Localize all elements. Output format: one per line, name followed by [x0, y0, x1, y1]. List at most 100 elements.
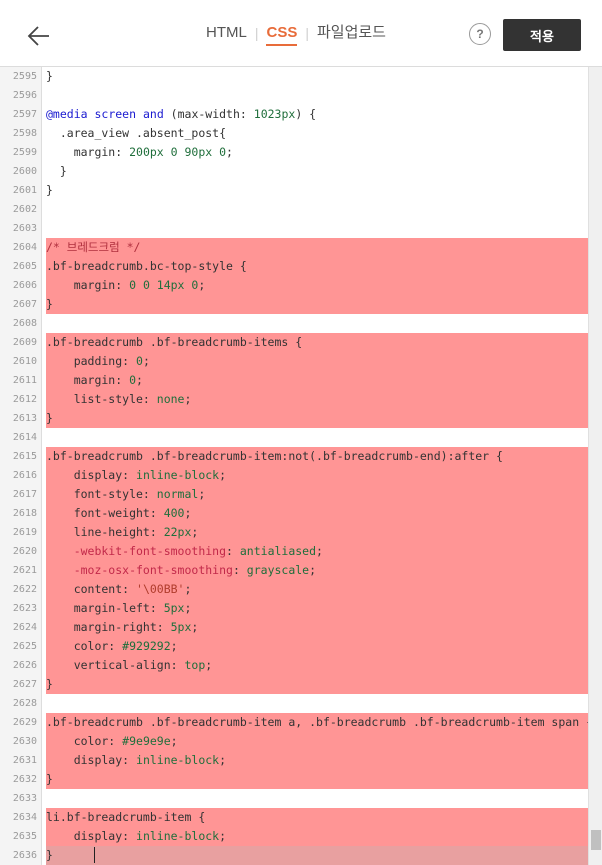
line-number: 2618	[12, 508, 37, 519]
code-text: /* 브레드크럼 */	[46, 238, 588, 257]
code-token: }	[46, 164, 67, 178]
code-token: none	[156, 392, 185, 406]
code-token: ;	[136, 373, 143, 387]
code-token: ;	[191, 525, 199, 539]
code-line[interactable]: 2612 list-style: none;	[0, 390, 588, 409]
code-token: list-style:	[46, 392, 157, 406]
code-token: margin:	[46, 373, 130, 387]
code-token: color:	[46, 734, 123, 748]
code-line[interactable]: 2616 display: inline-block;	[0, 466, 588, 485]
css-code-editor[interactable]: 2595} 2596 2597 @media screen and (max-widt…	[0, 67, 602, 865]
apply-button[interactable]: 적용	[503, 19, 581, 51]
code-token: ;	[142, 354, 150, 368]
code-token: inline-block	[136, 753, 220, 767]
code-token: 0	[136, 354, 143, 368]
line-number: 2608	[12, 318, 37, 329]
code-token: ;	[219, 753, 227, 767]
code-line[interactable]: 2617 font-style: normal;	[0, 485, 588, 504]
code-token: #9e9e9e	[122, 734, 171, 748]
code-line[interactable]: 2632}	[0, 770, 588, 789]
code-line[interactable]: 2619 line-height: 22px;	[0, 523, 588, 542]
code-token: ;	[184, 582, 192, 596]
code-line[interactable]: 2608	[0, 314, 588, 333]
code-text: margin: 0;	[46, 371, 588, 390]
code-line[interactable]: 2635 display: inline-block;	[0, 827, 588, 846]
vertical-scrollbar[interactable]	[588, 67, 602, 865]
code-line[interactable]: 2598 .area_view .absent_post{	[0, 124, 588, 143]
code-token: 400	[163, 506, 185, 520]
code-line[interactable]: 2618 font-weight: 400;	[0, 504, 588, 523]
code-line[interactable]: 2625 color: #929292;	[0, 637, 588, 656]
code-line[interactable]: 2634 li.bf-breadcrumb-item {	[0, 808, 588, 827]
code-token: ) {	[295, 107, 317, 121]
code-line[interactable]: 2613}	[0, 409, 588, 428]
code-line[interactable]: 2630 color: #9e9e9e;	[0, 732, 588, 751]
code-line[interactable]: 2627}	[0, 675, 588, 694]
code-text: -webkit-font-smoothing: antialiased;	[46, 542, 588, 561]
code-line[interactable]: 2606 margin: 0 0 14px 0;	[0, 276, 588, 295]
code-text: color: #9e9e9e;	[46, 732, 588, 751]
tab-html[interactable]: HTML	[198, 0, 255, 66]
code-line[interactable]: 2610 padding: 0;	[0, 352, 588, 371]
code-token: ;	[198, 487, 206, 501]
code-line[interactable]: 2611 margin: 0;	[0, 371, 588, 390]
line-number: 2607	[12, 299, 37, 310]
code-line[interactable]: 2628	[0, 694, 588, 713]
code-line[interactable]: 2623 margin-left: 5px;	[0, 599, 588, 618]
code-line[interactable]: 2600 }	[0, 162, 588, 181]
code-token: normal	[156, 487, 199, 501]
code-token: }	[46, 772, 53, 786]
code-token: margin-left:	[46, 601, 164, 615]
code-token: inline-block	[136, 829, 220, 843]
code-token: /* 브레드크럼 */	[46, 240, 141, 254]
code-line[interactable]: 2602	[0, 200, 588, 219]
line-number: 2595	[12, 71, 37, 82]
code-line[interactable]: 2604 /* 브레드크럼 */	[0, 238, 588, 257]
tab-file-upload[interactable]: 파일업로드	[309, 0, 394, 66]
code-line[interactable]: 2636}	[0, 846, 588, 865]
code-token: (max-width:	[163, 107, 254, 121]
code-line[interactable]: 2622 content: '\00BB';	[0, 580, 588, 599]
code-token: ;	[226, 145, 233, 159]
line-number: 2598	[12, 128, 37, 139]
tab-css[interactable]: CSS	[258, 0, 305, 66]
code-line[interactable]: 2597 @media screen and (max-width: 1023px…	[0, 105, 588, 124]
code-line[interactable]: 2620 -webkit-font-smoothing: antialiased…	[0, 542, 588, 561]
code-token: @media	[46, 107, 88, 121]
code-token: and	[142, 107, 164, 121]
code-token: ;	[309, 563, 317, 577]
code-token: ;	[170, 734, 178, 748]
code-line[interactable]: 2631 display: inline-block;	[0, 751, 588, 770]
code-line[interactable]: 2624 margin-right: 5px;	[0, 618, 588, 637]
back-arrow-icon[interactable]	[26, 23, 52, 49]
help-button[interactable]: ?	[469, 23, 491, 45]
line-number: 2630	[12, 736, 37, 747]
code-token: 5px	[163, 601, 185, 615]
code-line[interactable]: 2629 .bf-breadcrumb .bf-breadcrumb-item a…	[0, 713, 588, 732]
code-line[interactable]: 2609 .bf-breadcrumb .bf-breadcrumb-items …	[0, 333, 588, 352]
code-line[interactable]: 2607}	[0, 295, 588, 314]
code-line[interactable]: 2626 vertical-align: top;	[0, 656, 588, 675]
code-token: li.bf-breadcrumb-item {	[46, 810, 206, 824]
code-token: 1023px	[253, 107, 296, 121]
code-line[interactable]: 2614	[0, 428, 588, 447]
code-token: font-style:	[46, 487, 157, 501]
line-number: 2613	[12, 413, 37, 424]
code-line[interactable]: 2601}	[0, 181, 588, 200]
code-line[interactable]: 2595}	[0, 67, 588, 86]
line-number: 2611	[12, 375, 37, 386]
line-number: 2636	[12, 850, 37, 861]
code-token: :	[232, 563, 247, 577]
line-number: 2629	[12, 717, 37, 728]
code-line[interactable]: 2599 margin: 200px 0 90px 0;	[0, 143, 588, 162]
scrollbar-thumb[interactable]	[591, 830, 601, 850]
line-number: 2609	[12, 337, 37, 348]
code-token: display:	[46, 829, 137, 843]
code-line[interactable]: 2633	[0, 789, 588, 808]
text-cursor	[94, 847, 95, 863]
code-line[interactable]: 2596	[0, 86, 588, 105]
code-line[interactable]: 2615 .bf-breadcrumb .bf-breadcrumb-item:n…	[0, 447, 588, 466]
code-line[interactable]: 2603	[0, 219, 588, 238]
code-line[interactable]: 2621 -moz-osx-font-smoothing: grayscale;	[0, 561, 588, 580]
code-line[interactable]: 2605 .bf-breadcrumb.bc-top-style {	[0, 257, 588, 276]
